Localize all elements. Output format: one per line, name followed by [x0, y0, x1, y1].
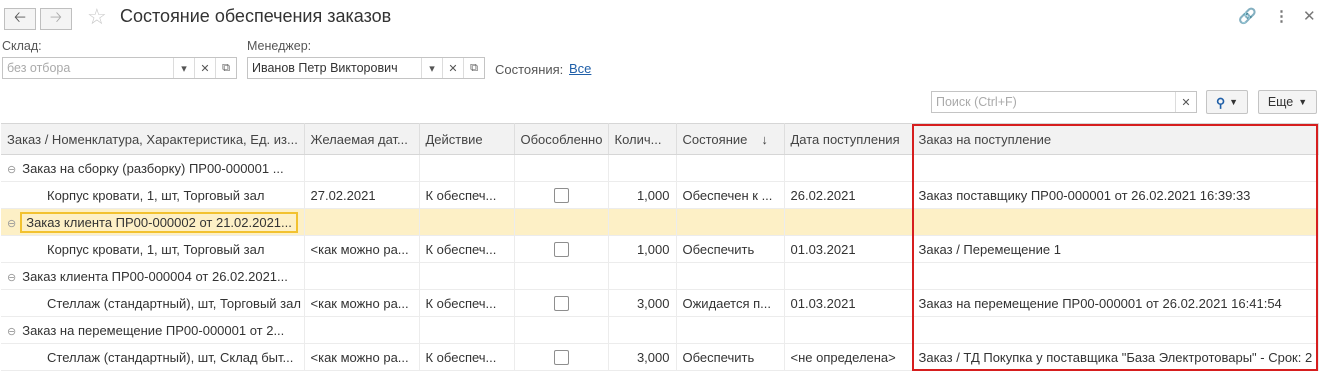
chevron-down-icon[interactable]: ▾ — [421, 58, 442, 78]
collapse-icon[interactable]: ⊖ — [7, 164, 16, 176]
states-link[interactable]: Все — [569, 61, 591, 76]
warehouse-input[interactable]: без отбора — [3, 61, 173, 75]
warehouse-label: Склад: — [2, 39, 42, 53]
table-group-row[interactable]: ⊖ Заказ клиента ПР00-000004 от 26.02.2021… — [1, 262, 1319, 290]
search-icon: ⚲ — [1215, 95, 1226, 110]
column-header-separate[interactable]: Обособленно — [514, 123, 609, 155]
arrival-date-cell: 26.02.2021 — [784, 181, 913, 209]
action-cell[interactable]: К обеспеч... — [419, 289, 515, 317]
state-cell: Обеспечить — [676, 343, 785, 371]
state-cell: Обеспечен к ... — [676, 181, 785, 209]
group-order-title: Заказ клиента ПР00-000002 от 21.02.2021.… — [20, 211, 298, 233]
desired-date-cell: <как можно ра... — [304, 289, 420, 317]
more-vertical-icon[interactable]: ⋮ — [1274, 7, 1289, 25]
column-header-quantity[interactable]: Колич... — [608, 123, 677, 155]
desired-date-cell: 27.02.2021 — [304, 181, 420, 209]
open-icon[interactable]: ⧉ — [215, 58, 236, 78]
arrow-left-icon: 🡠 — [13, 8, 27, 26]
receipt-order-cell: Заказ на перемещение ПР00-000001 от 26.0… — [912, 289, 1319, 317]
close-icon[interactable]: ✕ — [1303, 7, 1316, 25]
table-row[interactable]: Корпус кровати, 1, шт, Торговый зал <как… — [1, 235, 1319, 263]
chevron-down-icon[interactable]: ▾ — [173, 58, 194, 78]
clear-search-icon[interactable]: ✕ — [1175, 92, 1196, 112]
arrival-date-cell: 01.03.2021 — [784, 235, 913, 263]
forward-button[interactable]: 🡢 — [40, 8, 72, 30]
desired-date-cell: <как можно ра... — [304, 235, 420, 263]
table-row[interactable]: Корпус кровати, 1, шт, Торговый зал 27.0… — [1, 181, 1319, 209]
quantity-cell: 3,000 — [608, 289, 677, 317]
arrow-right-icon: 🡢 — [49, 8, 63, 26]
group-order-title: Заказ на перемещение ПР00-000001 от 2... — [22, 322, 285, 338]
column-header-arrival-date[interactable]: Дата поступления — [784, 123, 913, 155]
search-input[interactable]: Поиск (Ctrl+F) — [932, 95, 1175, 109]
table-row[interactable]: Стеллаж (стандартный), шт, Склад быт... … — [1, 343, 1319, 371]
receipt-order-cell: Заказ / ТД Покупка у поставщика "База Эл… — [912, 343, 1319, 371]
warehouse-field[interactable]: без отбора ▾ ✕ ⧉ — [2, 57, 237, 79]
action-cell[interactable]: К обеспеч... — [419, 343, 515, 371]
table-group-row[interactable]: ⊖ Заказ на сборку (разборку) ПР00-000001 … — [1, 154, 1319, 182]
search-field[interactable]: Поиск (Ctrl+F) ✕ — [931, 91, 1197, 113]
page-title: Состояние обеспечения заказов — [120, 6, 392, 26]
chevron-down-icon: ▼ — [1298, 97, 1308, 107]
group-order-title: Заказ клиента ПР00-000004 от 26.02.2021.… — [22, 268, 288, 284]
separate-checkbox[interactable] — [553, 242, 569, 258]
separate-checkbox[interactable] — [553, 296, 569, 312]
search-button[interactable]: ⚲ ▼ — [1206, 90, 1248, 114]
column-header-action[interactable]: Действие — [419, 123, 515, 155]
quantity-cell: 3,000 — [608, 343, 677, 371]
receipt-order-cell: Заказ поставщику ПР00-000001 от 26.02.20… — [912, 181, 1319, 209]
action-cell[interactable]: К обеспеч... — [419, 235, 515, 263]
orders-table: Заказ / Номенклатура, Характеристика, Ед… — [1, 123, 1319, 371]
manager-input[interactable]: Иванов Петр Викторович — [248, 61, 421, 75]
action-cell[interactable]: К обеспеч... — [419, 181, 515, 209]
link-icon[interactable]: 🔗 — [1238, 7, 1257, 25]
quantity-cell: 1,000 — [608, 235, 677, 263]
quantity-cell: 1,000 — [608, 181, 677, 209]
column-header-desired-date[interactable]: Желаемая дат... — [304, 123, 420, 155]
chevron-down-icon: ▼ — [1229, 97, 1239, 107]
column-header-state[interactable]: Состояние ↓ — [676, 123, 785, 155]
item-cell: Стеллаж (стандартный), шт, Склад быт... — [1, 343, 305, 371]
states-label: Состояния: — [495, 62, 564, 77]
manager-label: Менеджер: — [247, 39, 312, 53]
table-group-row-selected[interactable]: ⊖ Заказ клиента ПР00-000002 от 21.02.2021… — [1, 208, 1319, 236]
separate-checkbox[interactable] — [553, 350, 569, 366]
arrival-date-cell: 01.03.2021 — [784, 289, 913, 317]
state-cell: Обеспечить — [676, 235, 785, 263]
clear-icon[interactable]: ✕ — [194, 58, 215, 78]
sort-down-icon: ↓ — [761, 131, 768, 147]
open-icon[interactable]: ⧉ — [463, 58, 484, 78]
separate-checkbox[interactable] — [553, 188, 569, 204]
desired-date-cell: <как можно ра... — [304, 343, 420, 371]
column-header-state-label: Состояние — [682, 131, 748, 147]
favorite-star-icon[interactable]: ☆ — [87, 4, 107, 30]
column-header-order[interactable]: Заказ / Номенклатура, Характеристика, Ед… — [1, 123, 305, 155]
item-cell: Корпус кровати, 1, шт, Торговый зал — [1, 181, 305, 209]
state-cell: Ожидается п... — [676, 289, 785, 317]
table-row[interactable]: Стеллаж (стандартный), шт, Торговый зал … — [1, 289, 1319, 317]
column-header-receipt-order[interactable]: Заказ на поступление — [912, 123, 1319, 155]
table-header-row: Заказ / Номенклатура, Характеристика, Ед… — [1, 123, 1319, 155]
clear-icon[interactable]: ✕ — [442, 58, 463, 78]
collapse-icon[interactable]: ⊖ — [7, 218, 16, 230]
more-button[interactable]: Еще ▼ — [1258, 90, 1317, 114]
more-label: Еще — [1267, 95, 1294, 109]
group-order-title: Заказ на сборку (разборку) ПР00-000001 .… — [22, 160, 284, 176]
item-cell: Корпус кровати, 1, шт, Торговый зал — [1, 235, 305, 263]
table-group-row[interactable]: ⊖ Заказ на перемещение ПР00-000001 от 2..… — [1, 316, 1319, 344]
item-cell: Стеллаж (стандартный), шт, Торговый зал — [1, 289, 305, 317]
collapse-icon[interactable]: ⊖ — [7, 326, 16, 338]
manager-field[interactable]: Иванов Петр Викторович ▾ ✕ ⧉ — [247, 57, 485, 79]
back-button[interactable]: 🡠 — [4, 8, 36, 30]
collapse-icon[interactable]: ⊖ — [7, 272, 16, 284]
receipt-order-cell: Заказ / Перемещение 1 — [912, 235, 1319, 263]
arrival-date-cell: <не определена> — [784, 343, 913, 371]
